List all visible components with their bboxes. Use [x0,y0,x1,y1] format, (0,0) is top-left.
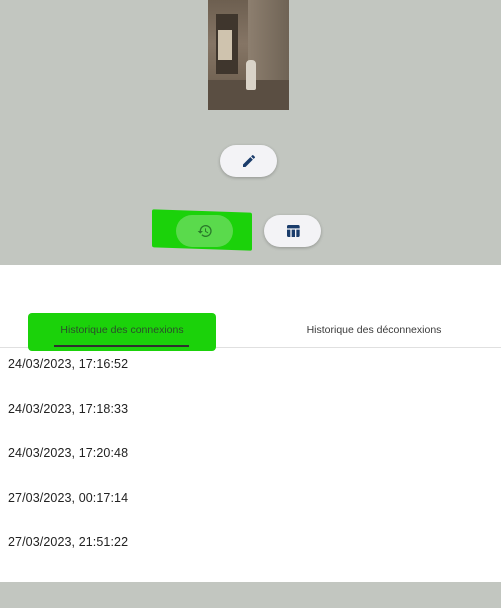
table-view-button[interactable] [264,215,321,247]
connection-history-list: 24/03/2023, 17:16:52 24/03/2023, 17:18:3… [0,357,501,580]
pencil-icon [242,154,255,167]
tab-connections[interactable]: Historique des connexions [28,313,216,347]
tab-disconnections[interactable]: Historique des déconnexions [262,313,486,347]
list-item: 27/03/2023, 21:51:22 [8,535,129,549]
list-item: 24/03/2023, 17:20:48 [8,446,129,460]
history-icon [197,225,212,237]
list-item: 24/03/2023, 17:16:52 [8,357,129,371]
photo-window [218,30,232,60]
history-tabs: Historique des connexions Historique des… [0,313,501,351]
history-panel: Historique des connexions Historique des… [0,265,501,582]
bottom-bar [0,582,501,608]
profile-photo [208,0,289,110]
edit-button[interactable] [220,145,277,177]
active-tab-indicator [54,345,189,347]
profile-header [0,0,501,265]
list-item: 27/03/2023, 00:17:14 [8,490,129,505]
table-icon [286,225,300,237]
list-item: 24/03/2023, 17:18:33 [8,401,129,416]
history-button[interactable] [176,215,233,247]
photo-dog [246,60,256,90]
